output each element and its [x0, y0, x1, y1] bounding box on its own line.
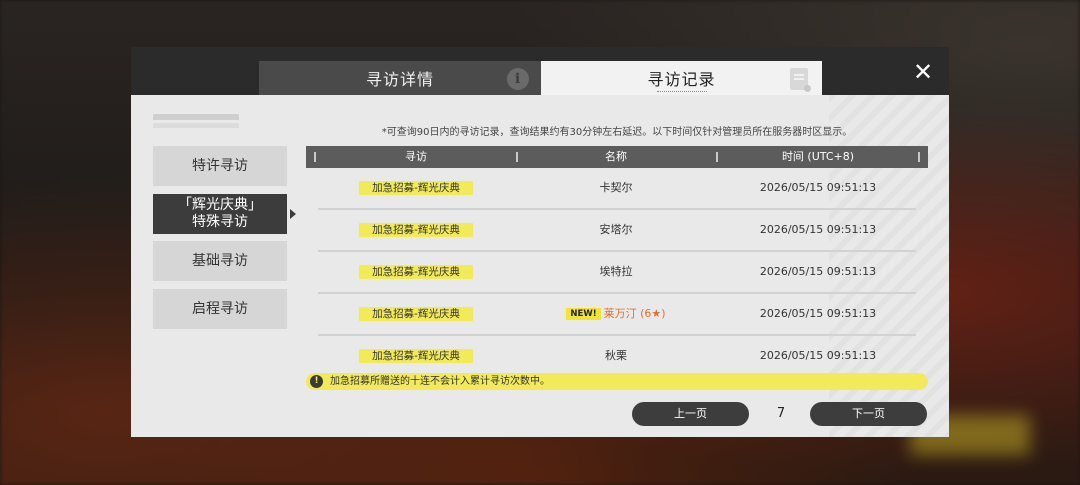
tab-search-detail[interactable]: 寻访详情 i [259, 61, 541, 95]
row-time: 2026/05/15 09:51:13 [759, 223, 877, 236]
table-row: 加急招募-辉光庆典 卡契尔 2026/05/15 09:51:13 [306, 168, 928, 210]
info-icon: i [507, 68, 529, 90]
row-time: 2026/05/15 09:51:13 [759, 181, 877, 194]
sidebar-item-label: 特许寻访 [192, 157, 248, 174]
page-number: 7 [776, 406, 786, 421]
row-name: 秋栗 [605, 349, 627, 362]
tab-search-record[interactable]: 寻访记录 [541, 61, 822, 95]
row-time: 2026/05/15 09:51:13 [759, 349, 877, 362]
row-search-type: 加急招募-辉光庆典 [359, 307, 473, 321]
sidebar-item-label-line1: 「辉光庆典」 [178, 197, 262, 213]
table-row: 加急招募-辉光庆典 秋栗 2026/05/15 09:51:13 [306, 336, 928, 372]
close-button[interactable]: ✕ [911, 60, 935, 84]
table-row: 加急招募-辉光庆典 埃特拉 2026/05/15 09:51:13 [306, 252, 928, 294]
row-name: 卡契尔 [599, 181, 633, 194]
notice-text: *可查询90日内的寻访记录，查询结果约有30分钟左右延迟。以下时间仅针对管理员所… [381, 127, 853, 138]
sidebar-item-special-permit[interactable]: 特许寻访 [153, 146, 287, 186]
row-search-type: 加急招募-辉光庆典 [359, 181, 473, 195]
tab-underline-dots [656, 91, 707, 92]
prev-page-button[interactable]: 上一页 [632, 402, 749, 426]
table-row: 加急招募-辉光庆典 NEW! 莱万汀 (6★) 2026/05/15 09:51:… [306, 294, 928, 336]
close-icon: ✕ [912, 58, 934, 86]
warning-banner: ! 加急招募所赠送的十连不会计入累计寻访次数中。 [306, 373, 928, 390]
row-search-type: 加急招募-辉光庆典 [359, 349, 473, 363]
document-icon [790, 68, 811, 92]
row-name: 埃特拉 [599, 265, 633, 278]
exclamation-icon: ! [310, 375, 323, 388]
tab-search-detail-label: 寻访详情 [365, 70, 434, 89]
column-header-search: 寻访 [405, 150, 427, 163]
tab-search-record-label: 寻访记录 [647, 70, 716, 89]
header-separator [918, 152, 920, 162]
row-time: 2026/05/15 09:51:13 [759, 265, 877, 278]
sidebar-item-label-line2: 特殊寻访 [192, 214, 248, 230]
row-time: 2026/05/15 09:51:13 [759, 307, 877, 320]
column-header-time: 时间 (UTC+8) [781, 150, 855, 163]
warning-text: 加急招募所赠送的十连不会计入累计寻访次数中。 [330, 376, 550, 387]
row-name-new: NEW! 莱万汀 (6★) [516, 307, 716, 321]
table-header: 寻访 名称 时间 (UTC+8) [306, 146, 928, 168]
sidebar-item-label: 基础寻访 [192, 252, 248, 269]
sidebar-item-glow-festival[interactable]: 「辉光庆典」 特殊寻访 [153, 194, 296, 234]
table-row: 加急招募-辉光庆典 安塔尔 2026/05/15 09:51:13 [306, 210, 928, 252]
user-info-placeholder [153, 114, 239, 120]
row-search-type: 加急招募-辉光庆典 [359, 223, 473, 237]
column-header-name: 名称 [605, 150, 627, 163]
user-info-placeholder-2 [153, 123, 239, 128]
row-name: 安塔尔 [599, 223, 633, 236]
rarity-label: (6★) [640, 307, 666, 320]
search-history-dialog: 寻访详情 i 寻访记录 ✕ 特许寻访 「辉光庆典」 特殊寻访 基础寻访 启程寻访… [131, 47, 949, 437]
row-search-type: 加急招募-辉光庆典 [359, 265, 473, 279]
sidebar-item-label: 启程寻访 [192, 300, 248, 317]
sidebar-item-beginner[interactable]: 启程寻访 [153, 289, 287, 329]
sidebar-item-basic[interactable]: 基础寻访 [153, 241, 287, 281]
row-name: 莱万汀 [603, 307, 637, 320]
new-badge: NEW! [566, 308, 601, 320]
next-page-button[interactable]: 下一页 [810, 402, 927, 426]
